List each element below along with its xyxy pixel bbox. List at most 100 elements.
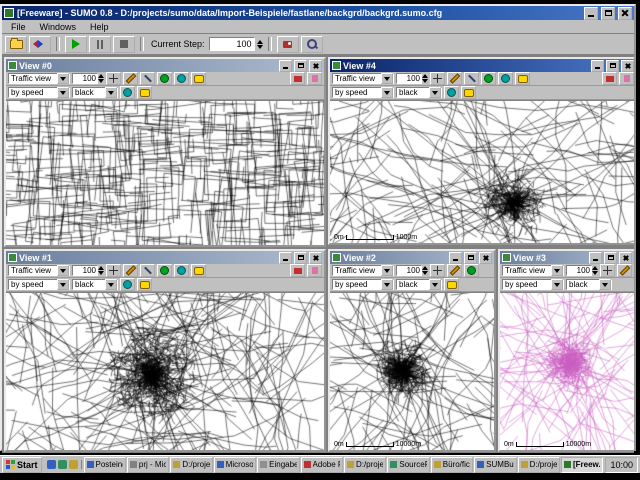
close-button[interactable]	[309, 252, 322, 264]
zoom-spinner[interactable]	[422, 266, 428, 275]
minimize-button[interactable]	[279, 60, 292, 72]
minimize-button[interactable]	[589, 252, 602, 264]
reload-button[interactable]	[29, 36, 51, 53]
legend-button[interactable]	[461, 86, 476, 99]
quicklaunch-icon[interactable]	[69, 460, 78, 469]
track-button[interactable]	[307, 72, 322, 85]
zoom-field[interactable]	[566, 265, 592, 276]
tooltip-button[interactable]	[191, 72, 206, 85]
zoom-field[interactable]	[396, 73, 422, 84]
grid-button[interactable]	[444, 86, 459, 99]
current-step-field[interactable]	[209, 37, 255, 51]
menu-help[interactable]: Help	[83, 22, 116, 32]
zoom-spinner[interactable]	[98, 74, 104, 83]
network-map[interactable]	[330, 293, 494, 450]
snapshot-view-button[interactable]	[290, 72, 305, 85]
color-scheme-combo[interactable]: by speed	[8, 87, 70, 98]
taskbar-button[interactable]: prj - Mic...	[127, 457, 169, 473]
taskbar-button[interactable]: Büro/fic...	[431, 457, 473, 473]
show-junctions-button[interactable]	[157, 72, 172, 85]
show-detectors-button[interactable]	[174, 72, 189, 85]
child-title-bar[interactable]: View #3	[500, 251, 634, 264]
play-button[interactable]	[65, 36, 87, 53]
edit-button[interactable]	[123, 264, 138, 277]
edit-button[interactable]	[123, 72, 138, 85]
map-area[interactable]: 0m10000m	[500, 292, 634, 450]
maximize-button[interactable]	[294, 60, 307, 72]
view-type-combo[interactable]: Traffic view	[332, 265, 394, 276]
minimize-button[interactable]	[449, 252, 462, 264]
grid-button[interactable]	[120, 86, 135, 99]
map-area[interactable]: 0m10000m	[330, 292, 494, 450]
close-button[interactable]	[479, 252, 492, 264]
show-junctions-button[interactable]	[464, 264, 479, 277]
pick-button[interactable]	[140, 72, 155, 85]
pick-button[interactable]	[140, 264, 155, 277]
maximize-button[interactable]	[604, 252, 617, 264]
child-title-bar[interactable]: View #0	[6, 59, 324, 72]
start-button[interactable]: Start	[2, 457, 42, 473]
map-area[interactable]	[6, 292, 324, 450]
network-map[interactable]	[6, 101, 324, 245]
background-combo[interactable]: black	[72, 87, 118, 98]
taskbar-button[interactable]: Eingabe...	[257, 457, 299, 473]
network-map[interactable]	[6, 293, 324, 450]
view-type-combo[interactable]: Traffic view	[8, 265, 70, 276]
recenter-button[interactable]	[106, 72, 121, 85]
network-map[interactable]	[500, 293, 634, 450]
map-area[interactable]	[6, 100, 324, 245]
track-button[interactable]	[619, 72, 634, 85]
zoom-spinner[interactable]	[422, 74, 428, 83]
taskbar-button[interactable]: D:/proje...	[344, 457, 386, 473]
taskbar-button[interactable]: SourceF...	[387, 457, 429, 473]
quicklaunch-icon[interactable]	[58, 460, 67, 469]
quicklaunch-icon[interactable]	[47, 460, 56, 469]
recenter-button[interactable]	[106, 264, 121, 277]
show-junctions-button[interactable]	[481, 72, 496, 85]
background-combo[interactable]: black	[396, 87, 442, 98]
background-combo[interactable]: black	[72, 279, 118, 290]
stop-button[interactable]	[113, 36, 135, 53]
taskbar-button[interactable]: Posteing...	[84, 457, 126, 473]
maximize-button[interactable]	[601, 7, 615, 20]
zoom-field[interactable]	[72, 265, 98, 276]
view-type-combo[interactable]: Traffic view	[502, 265, 564, 276]
maximize-button[interactable]	[294, 252, 307, 264]
taskbar-button[interactable]: D:/proje...	[518, 457, 560, 473]
minimize-button[interactable]	[279, 252, 292, 264]
view-type-combo[interactable]: Traffic view	[8, 73, 70, 84]
maximize-button[interactable]	[606, 60, 619, 72]
network-map[interactable]	[330, 101, 634, 243]
snapshot-view-button[interactable]	[602, 72, 617, 85]
minimize-button[interactable]	[584, 7, 598, 20]
step-spinner[interactable]	[257, 40, 263, 49]
menu-windows[interactable]: Windows	[33, 22, 84, 32]
minimize-button[interactable]	[591, 60, 604, 72]
pick-button[interactable]	[464, 72, 479, 85]
track-button[interactable]	[307, 264, 322, 277]
taskbar-button[interactable]: D:/proje...	[170, 457, 212, 473]
background-combo[interactable]: black	[396, 279, 442, 290]
tooltip-button[interactable]	[191, 264, 206, 277]
color-scheme-combo[interactable]: by speed	[502, 279, 564, 290]
edit-button[interactable]	[447, 72, 462, 85]
color-scheme-combo[interactable]: by speed	[332, 87, 394, 98]
close-button[interactable]	[309, 60, 322, 72]
legend-button[interactable]	[137, 278, 152, 291]
zoom-field[interactable]	[396, 265, 422, 276]
grid-button[interactable]	[120, 278, 135, 291]
close-button[interactable]	[619, 252, 632, 264]
taskbar-button[interactable]: SUMBuS...	[474, 457, 516, 473]
show-detectors-button[interactable]	[174, 264, 189, 277]
color-scheme-combo[interactable]: by speed	[332, 279, 394, 290]
zoom-spinner[interactable]	[592, 266, 598, 275]
pause-button[interactable]	[89, 36, 111, 53]
zoom-spinner[interactable]	[98, 266, 104, 275]
child-title-bar[interactable]: View #2	[330, 251, 494, 264]
open-config-button[interactable]	[5, 36, 27, 53]
menu-file[interactable]: File	[4, 22, 33, 32]
recenter-button[interactable]	[430, 264, 445, 277]
zoom-field[interactable]	[72, 73, 98, 84]
edit-button[interactable]	[447, 264, 462, 277]
tooltip-button[interactable]	[515, 72, 530, 85]
